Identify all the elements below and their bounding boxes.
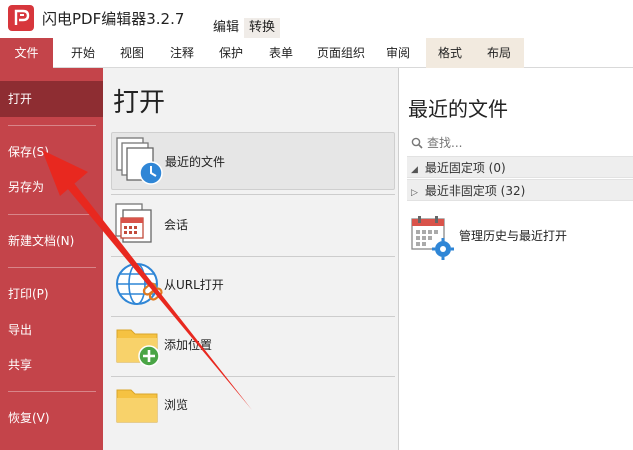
sidebar-item-recover[interactable]: 恢复(V)	[0, 400, 103, 436]
divider	[111, 194, 395, 195]
open-item-label: 从URL打开	[164, 278, 224, 292]
sidebar-item-print[interactable]: 打印(P)	[0, 276, 103, 312]
sidebar-item-save[interactable]: 保存(S)	[0, 134, 103, 170]
open-item-session[interactable]: 会话	[111, 196, 395, 254]
app-logo-icon	[8, 5, 34, 31]
group-unpinned-recent[interactable]: ▷ 最近非固定项 (32)	[407, 179, 633, 201]
folder-add-icon	[113, 318, 165, 370]
search-input[interactable]	[427, 133, 623, 153]
group-label: 最近非固定项 (32)	[424, 184, 526, 198]
sidebar-divider	[8, 125, 96, 126]
open-item-browse[interactable]: 浏览	[111, 376, 395, 434]
context-tab-convert[interactable]: 转换	[244, 18, 281, 38]
recent-files-icon	[114, 135, 166, 187]
open-item-recent-files[interactable]: 最近的文件	[111, 132, 395, 190]
manage-history-label: 管理历史与最近打开	[459, 229, 568, 243]
tab-layout[interactable]: 布局	[474, 38, 524, 68]
tab-file[interactable]: 文件	[0, 38, 53, 68]
sidebar-divider	[8, 214, 96, 215]
calendar-settings-icon	[409, 213, 457, 261]
open-item-label: 浏览	[164, 398, 189, 412]
ribbon-tab-bar: 文件 开始 视图 注释 保护 表单 页面组织 审阅 格式 布局	[0, 38, 633, 68]
search-icon	[411, 137, 423, 149]
open-item-label: 添加位置	[164, 338, 213, 352]
tab-format[interactable]: 格式	[426, 38, 474, 68]
tab-home[interactable]: 开始	[53, 38, 113, 68]
chevron-down-icon: ◢	[411, 165, 418, 175]
app-title: 闪电PDF编辑器3.2.7	[42, 10, 185, 28]
open-item-open-from-url[interactable]: 从URL打开	[111, 256, 395, 314]
sidebar-item-open[interactable]: 打开	[0, 81, 103, 117]
context-tab-edit[interactable]: 编辑	[208, 18, 244, 38]
tab-protect[interactable]: 保护	[212, 38, 250, 68]
open-item-add-place[interactable]: 添加位置	[111, 316, 395, 374]
chevron-right-icon: ▷	[411, 188, 418, 198]
sidebar-item-save-as[interactable]: 另存为	[0, 169, 103, 205]
group-label: 最近固定项 (0)	[424, 161, 506, 175]
recent-files-title: 最近的文件	[408, 97, 508, 121]
sidebar-item-share[interactable]: 共享	[0, 347, 103, 383]
file-menu-sidebar: 打开 保存(S) 另存为 新建文档(N) 打印(P) 导出 共享 恢复(V)	[0, 68, 103, 450]
globe-link-icon	[113, 258, 165, 310]
session-icon	[113, 198, 165, 250]
tab-comment[interactable]: 注释	[163, 38, 201, 68]
tab-page-organize[interactable]: 页面组织	[312, 38, 370, 68]
manage-history-button[interactable]: 管理历史与最近打开	[407, 213, 629, 261]
tab-view[interactable]: 视图	[113, 38, 151, 68]
search-box[interactable]	[407, 132, 629, 154]
sidebar-divider	[8, 391, 96, 392]
tab-form[interactable]: 表单	[262, 38, 300, 68]
title-bar: 闪电PDF编辑器3.2.7 编辑 转换	[0, 0, 633, 38]
open-panel-title: 打开	[113, 88, 166, 118]
recent-files-panel: 最近的文件 ◢ 最近固定项 (0) ▷ 最近非固定项 (32) 管理	[399, 68, 633, 450]
open-item-label: 最近的文件	[165, 155, 226, 169]
folder-icon	[113, 378, 165, 430]
sidebar-divider	[8, 267, 96, 268]
sidebar-item-new-document[interactable]: 新建文档(N)	[0, 223, 103, 259]
group-pinned-recent[interactable]: ◢ 最近固定项 (0)	[407, 156, 633, 178]
open-panel: 打开 最近的文件 会话 从URL打开 添加位置 浏览	[103, 68, 398, 450]
open-item-label: 会话	[164, 218, 189, 232]
sidebar-item-export[interactable]: 导出	[0, 312, 103, 348]
tab-review[interactable]: 审阅	[378, 38, 418, 68]
